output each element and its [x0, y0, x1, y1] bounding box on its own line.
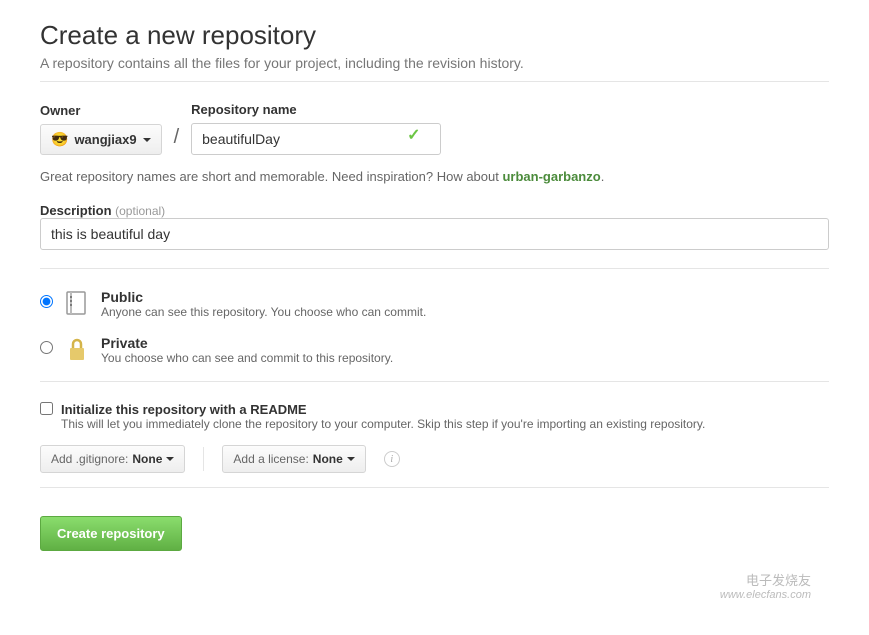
- name-suggestion[interactable]: urban-garbanzo: [502, 169, 600, 184]
- public-title: Public: [101, 289, 426, 305]
- license-prefix: Add a license:: [233, 452, 308, 466]
- public-radio[interactable]: [40, 295, 53, 308]
- gitignore-dropdown[interactable]: Add .gitignore: None: [40, 445, 185, 473]
- repo-name-input[interactable]: [191, 123, 441, 155]
- hint-suffix: .: [601, 169, 605, 184]
- description-label-text: Description: [40, 203, 112, 218]
- divider: [40, 487, 829, 488]
- description-input[interactable]: [40, 218, 829, 250]
- divider: [40, 81, 829, 82]
- watermark-line1: 电子发烧友: [720, 570, 811, 589]
- readme-checkbox[interactable]: [40, 402, 53, 415]
- gitignore-prefix: Add .gitignore:: [51, 452, 128, 466]
- repo-name-label: Repository name: [191, 102, 420, 117]
- hint-prefix: Great repository names are short and mem…: [40, 169, 502, 184]
- watermark: 电子发烧友 www.elecfans.com: [720, 570, 811, 601]
- caret-down-icon: [166, 457, 174, 461]
- readme-title: Initialize this repository with a README: [61, 402, 705, 417]
- avatar-icon: 😎: [51, 131, 68, 148]
- description-label: Description (optional): [40, 203, 165, 218]
- info-icon[interactable]: i: [384, 451, 400, 467]
- private-desc: You choose who can see and commit to thi…: [101, 351, 393, 365]
- private-title: Private: [101, 335, 393, 351]
- owner-username: wangjiax9: [74, 132, 136, 147]
- vertical-separator: [203, 447, 204, 471]
- public-desc: Anyone can see this repository. You choo…: [101, 305, 426, 319]
- repo-public-icon: [63, 289, 91, 317]
- slash-separator: /: [172, 126, 182, 155]
- gitignore-value: None: [132, 452, 162, 466]
- divider: [40, 268, 829, 269]
- watermark-line2: www.elecfans.com: [720, 589, 811, 601]
- readme-desc: This will let you immediately clone the …: [61, 417, 705, 431]
- create-repository-button[interactable]: Create repository: [40, 516, 182, 551]
- license-value: None: [313, 452, 343, 466]
- optional-text: (optional): [115, 204, 165, 218]
- caret-down-icon: [143, 138, 151, 142]
- owner-label: Owner: [40, 103, 162, 118]
- lock-icon: [63, 335, 91, 363]
- divider: [40, 381, 829, 382]
- name-hint: Great repository names are short and mem…: [40, 169, 829, 184]
- caret-down-icon: [347, 457, 355, 461]
- page-subtitle: A repository contains all the files for …: [40, 55, 829, 71]
- page-title: Create a new repository: [40, 20, 829, 51]
- owner-dropdown[interactable]: 😎 wangjiax9: [40, 124, 162, 155]
- license-dropdown[interactable]: Add a license: None: [222, 445, 365, 473]
- private-radio[interactable]: [40, 341, 53, 354]
